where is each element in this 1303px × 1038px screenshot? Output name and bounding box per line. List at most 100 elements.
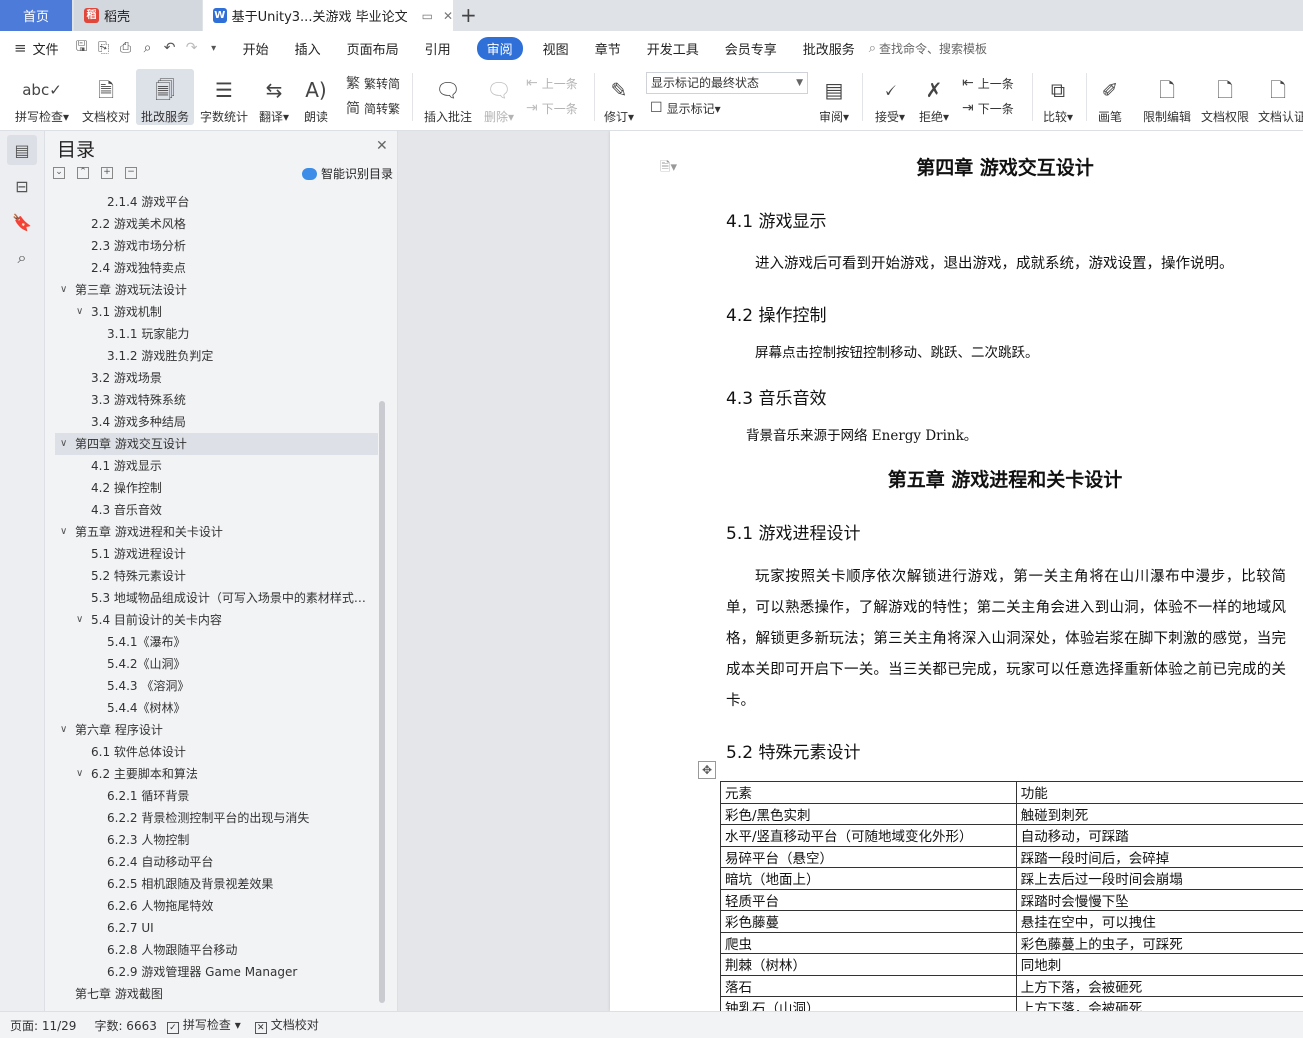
doc-check-status[interactable]: ✕ 文档校对 <box>254 1016 319 1034</box>
toc-item[interactable]: ∨ 5.4 目前设计的关卡内容 <box>55 609 378 631</box>
next-change-button[interactable]: ⇥ 下一条 <box>962 97 1014 119</box>
toc-item[interactable]: 6.2.5 相机跟随及背景视差效果 <box>55 873 378 895</box>
track-changes-button[interactable]: ✎ 修订▾ <box>600 69 638 125</box>
export-icon[interactable]: ⎘ <box>93 40 115 56</box>
menu-tab-2[interactable]: 页面布局 <box>347 39 399 58</box>
toc-item[interactable]: 3.1.2 游戏胜负判定 <box>55 345 378 367</box>
prev-change-button[interactable]: ⇤ 上一条 <box>962 72 1014 94</box>
show-markup-button[interactable]: ☐ 显示标记▾ <box>650 97 721 119</box>
reject-button[interactable]: ✗ 拒绝▾ <box>914 69 954 125</box>
toc-item[interactable]: 5.4.1《瀑布》 <box>55 631 378 653</box>
table-cell-function[interactable]: 同地刺 <box>1015 953 1303 976</box>
table-cell-function[interactable]: 踩踏一段时间后，会碎掉 <box>1015 845 1303 868</box>
toc-item[interactable]: 6.2.8 人物跟随平台移动 <box>55 939 378 961</box>
prev-comment-button[interactable]: ⇤ 上一条 <box>526 72 578 94</box>
insert-comment-button[interactable]: 🗨 插入批注 <box>422 69 474 125</box>
menu-tab-0[interactable]: 开始 <box>243 39 269 58</box>
table-cell-function[interactable]: 上方下落，会被砸死 <box>1015 996 1303 1011</box>
toc-item[interactable]: 6.2.3 人物控制 <box>55 829 378 851</box>
tab-docer[interactable]: 稻 稻壳 <box>74 0 202 31</box>
toc-item[interactable]: 5.1 游戏进程设计 <box>55 543 378 565</box>
revise-service-button[interactable]: 🗐 批改服务 <box>136 69 194 125</box>
toc-item[interactable]: ∨ 第六章 程序设计 <box>55 719 378 741</box>
trad-to-simp-button[interactable]: 繁繁转简 <box>346 72 400 94</box>
review-pane-button[interactable]: ▤ 审阅▾ <box>814 69 854 125</box>
menu-tab-3[interactable]: 引用 <box>425 39 451 58</box>
table-cell-function[interactable]: 触碰到刺死 <box>1015 802 1303 825</box>
chapter-nav-icon[interactable]: ⊟ <box>7 171 37 201</box>
doc-permission-button[interactable]: 🗋 文档权限 <box>1198 69 1252 125</box>
toc-item[interactable]: 6.1 软件总体设计 <box>55 741 378 763</box>
table-cell-element[interactable]: 钟乳石（山洞） <box>720 996 1017 1011</box>
tab-restore-icon[interactable]: ▭ <box>422 9 433 23</box>
compare-button[interactable]: ⧉ 比较▾ <box>1038 69 1078 125</box>
hamburger-icon[interactable]: ≡ <box>14 39 27 57</box>
smart-toc-button[interactable]: 智能识别目录 <box>302 165 393 182</box>
redo-icon[interactable]: ↷ <box>181 40 203 56</box>
chevron-down-icon[interactable]: ∨ <box>76 609 83 631</box>
word-count-indicator[interactable]: 字数: 6663 <box>94 1017 156 1034</box>
toc-item[interactable]: ∨ 6.2 主要脚本和算法 <box>55 763 378 785</box>
table-cell-element[interactable]: 爬虫 <box>720 931 1017 954</box>
chevron-down-icon[interactable]: ∨ <box>76 301 83 323</box>
read-aloud-button[interactable]: A) 朗读 <box>298 69 334 125</box>
simp-to-trad-button[interactable]: 简简转繁 <box>346 97 400 119</box>
bookmark-icon[interactable]: 🔖 <box>7 207 37 237</box>
table-cell-element[interactable]: 落石 <box>720 974 1017 997</box>
table-cell-element[interactable]: 水平/竖直移动平台（可随地域变化外形） <box>720 824 1017 847</box>
toc-item[interactable]: 4.3 音乐音效 <box>55 499 378 521</box>
chevron-down-icon[interactable]: ∨ <box>76 763 83 785</box>
tab-document[interactable]: W 基于Unity3...关游戏 毕业论文 ▭ ✕ <box>203 0 453 31</box>
save-icon[interactable]: 🖫 <box>71 36 93 60</box>
table-cell-function[interactable]: 踩踏时会慢慢下坠 <box>1015 888 1303 911</box>
translate-button[interactable]: ⇆ 翻译▾ <box>254 69 294 125</box>
table-cell-element[interactable]: 轻质平台 <box>720 888 1017 911</box>
toc-item[interactable]: 2.4 游戏独特卖点 <box>55 257 378 279</box>
chevron-down-icon[interactable]: ∨ <box>60 433 67 455</box>
menu-tab-8[interactable]: 会员专享 <box>725 39 777 58</box>
table-cell-function[interactable]: 踩上去后过一段时间会崩塌 <box>1015 867 1303 890</box>
toc-item[interactable]: 3.4 游戏多种结局 <box>55 411 378 433</box>
accept-button[interactable]: 🗸 接受▾ <box>870 69 910 125</box>
close-icon[interactable]: ✕ <box>376 138 388 154</box>
toc-item[interactable]: ∨ 第五章 游戏进程和关卡设计 <box>55 521 378 543</box>
word-count-button[interactable]: ☰ 字数统计 <box>198 69 250 125</box>
toc-item[interactable]: 6.2.4 自动移动平台 <box>55 851 378 873</box>
table-cell-element[interactable]: 彩色藤蔓 <box>720 910 1017 933</box>
toc-item[interactable]: 2.1.4 游戏平台 <box>55 191 378 213</box>
spellcheck-button[interactable]: abc✓ 拼写检查▾ <box>10 69 74 125</box>
table-cell-element[interactable]: 暗坑（地面上） <box>720 867 1017 890</box>
spellcheck-status[interactable]: ✓ 拼写检查 ▾ <box>166 1016 241 1034</box>
chevron-down-icon[interactable]: ∨ <box>60 719 67 741</box>
toc-item[interactable]: 6.2.7 UI <box>55 917 378 939</box>
print-preview-icon[interactable]: ⌕ <box>137 40 159 56</box>
chevron-down-icon[interactable]: ∨ <box>60 521 67 543</box>
toc-item[interactable]: ∨ 第三章 游戏玩法设计 <box>55 279 378 301</box>
toc-item[interactable]: ∨ 第四章 游戏交互设计 <box>55 433 378 455</box>
menu-tab-6[interactable]: 章节 <box>595 39 621 58</box>
table-cell-element[interactable]: 荆棘（树林） <box>720 953 1017 976</box>
menu-tab-7[interactable]: 开发工具 <box>647 39 699 58</box>
expand-up-icon[interactable]: ⌃ <box>77 167 89 179</box>
toc-item[interactable]: 2.2 游戏美术风格 <box>55 213 378 235</box>
menu-tab-9[interactable]: 批改服务 <box>803 39 855 58</box>
toc-item[interactable]: 3.3 游戏特殊系统 <box>55 389 378 411</box>
undo-icon[interactable]: ↶ <box>159 40 181 56</box>
toc-item[interactable]: 5.3 地域物品组成设计（可写入场景中的素材样式… <box>55 587 378 609</box>
toc-item[interactable]: 4.2 操作控制 <box>55 477 378 499</box>
toc-item[interactable]: 3.1.1 玩家能力 <box>55 323 378 345</box>
toc-item[interactable]: 5.4.2《山洞》 <box>55 653 378 675</box>
page-indicator[interactable]: 页面: 11/29 <box>10 1017 76 1034</box>
collapse-all-icon[interactable]: ⌄ <box>53 167 65 179</box>
quick-access-more-icon[interactable]: ▾ <box>203 43 225 54</box>
toc-item[interactable]: ∨ 3.1 游戏机制 <box>55 301 378 323</box>
restrict-edit-button[interactable]: 🗋 限制编辑 <box>1140 69 1194 125</box>
markup-state-select[interactable]: 显示标记的最终状态 ▼ <box>646 72 808 94</box>
table-cell-element[interactable]: 易碎平台（悬空） <box>720 845 1017 868</box>
toc-scrollbar[interactable] <box>379 401 385 1003</box>
table-cell-function[interactable]: 功能 <box>1015 781 1303 804</box>
toc-item[interactable]: 5.4.3 《溶洞》 <box>55 675 378 697</box>
tab-home[interactable]: 首页 <box>0 0 72 31</box>
toc-item[interactable]: 4.1 游戏显示 <box>55 455 378 477</box>
search-icon[interactable]: ⌕ <box>7 243 37 273</box>
